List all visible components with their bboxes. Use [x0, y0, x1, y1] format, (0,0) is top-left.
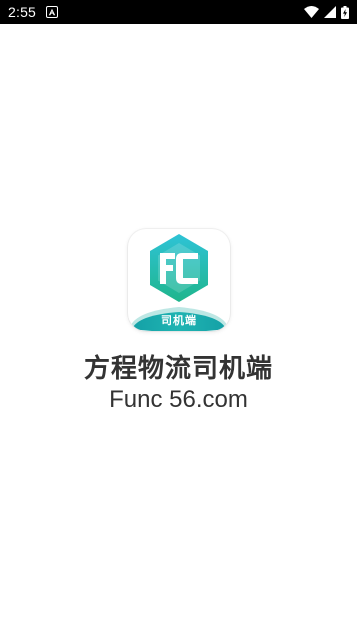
- splash-screen: 司机端 方程物流司机端 Func 56.com: [0, 24, 357, 634]
- status-time: 2:55: [8, 4, 37, 20]
- accessibility-icon: [46, 6, 59, 18]
- app-name: 方程物流司机端: [83, 354, 273, 384]
- battery-charging-icon: [341, 5, 349, 19]
- app-domain: Func 56.com: [109, 386, 248, 413]
- status-icons: [304, 5, 349, 19]
- status-bar: 2:55: [0, 0, 357, 24]
- app-icon: 司机端: [128, 229, 230, 331]
- app-icon-ribbon-label: 司机端: [161, 314, 197, 327]
- wifi-icon: [304, 6, 319, 18]
- cell-signal-icon: [324, 6, 336, 18]
- fc-hexagon-logo: [150, 234, 208, 302]
